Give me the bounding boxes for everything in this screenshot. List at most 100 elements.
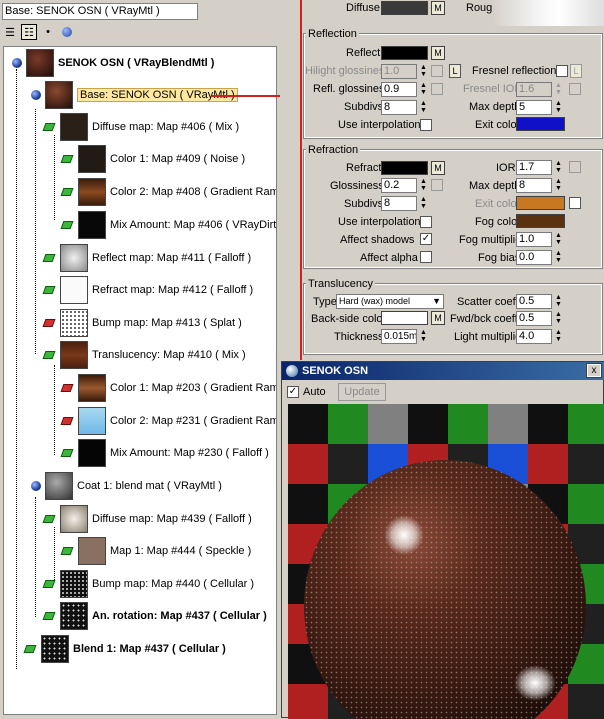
- back-side-color-swatch[interactable]: [381, 311, 428, 325]
- refr-exit-color-checkbox[interactable]: [569, 197, 581, 209]
- fresnel-checkbox[interactable]: [556, 65, 568, 77]
- reflect-swatch[interactable]: [381, 46, 428, 60]
- material-thumbnail: [45, 81, 73, 109]
- hilight-gloss-map-slot[interactable]: [431, 65, 443, 77]
- type-dropdown[interactable]: Hard (wax) model ▼: [336, 294, 444, 309]
- spinner-icon[interactable]: ▲ ▼: [419, 329, 428, 344]
- material-parameters: Diffuse M Roug Reflection Reflect M Hili…: [280, 0, 604, 360]
- refr-max-depth-input[interactable]: 8: [516, 178, 552, 193]
- tree-node-translucency[interactable]: Translucency: Map #410 ( Mix ): [42, 341, 246, 369]
- checker-cell: [288, 404, 328, 444]
- refl-subdivs-input[interactable]: 8: [381, 100, 417, 115]
- auto-label: Auto: [303, 386, 326, 398]
- tree-node-speckle[interactable]: Map 1: Map #444 ( Speckle ): [60, 537, 251, 565]
- spinner-icon[interactable]: ▲ ▼: [419, 64, 428, 79]
- tree-node-coat[interactable]: Coat 1: blend mat ( VRayMtl ): [31, 472, 222, 500]
- ior-input[interactable]: 1.7: [516, 160, 552, 175]
- diffuse-map-button[interactable]: M: [431, 1, 445, 15]
- tree-node-diffuse-map[interactable]: Diffuse map: Map #406 ( Mix ): [42, 113, 240, 141]
- map-icon: [23, 645, 37, 653]
- light-mult-input[interactable]: 4.0: [516, 329, 552, 344]
- back-side-map-button[interactable]: M: [431, 311, 445, 325]
- checker-cell: [528, 404, 568, 444]
- map-icon: [60, 449, 74, 457]
- spinner-icon[interactable]: ▲ ▼: [554, 329, 563, 344]
- refr-gloss-input[interactable]: 0.2: [381, 178, 417, 193]
- hilight-gloss-input[interactable]: 1.0: [381, 64, 417, 79]
- tree-node-label: Translucency: Map #410 ( Mix ): [92, 349, 246, 361]
- lock-button[interactable]: L: [449, 64, 461, 78]
- small-dot-icon[interactable]: •: [40, 24, 56, 40]
- spinner-icon[interactable]: ▲ ▼: [554, 100, 563, 115]
- refr-subdivs-input[interactable]: 8: [381, 196, 417, 211]
- refr-exit-color-swatch[interactable]: [516, 196, 565, 210]
- fresnel-ior-map-slot[interactable]: [569, 83, 581, 95]
- tree-node-color2-b[interactable]: Color 2: Map #231 ( Gradient Ramp ): [60, 407, 276, 435]
- refract-map-button[interactable]: M: [431, 161, 445, 175]
- tree-node-an-rotation[interactable]: An. rotation: Map #437 ( Cellular ): [42, 602, 267, 630]
- material-name-field[interactable]: Base: SENOK OSN ( VRayMtl ): [2, 3, 198, 20]
- spinner-icon[interactable]: ▲ ▼: [554, 160, 563, 175]
- fog-bias-input[interactable]: 0.0: [516, 250, 552, 265]
- spinner-icon[interactable]: ▲ ▼: [554, 250, 563, 265]
- fwd-bck-coeff-label: Fwd/bck coeff: [450, 313, 518, 325]
- update-button[interactable]: Update: [338, 383, 386, 401]
- thickness-input[interactable]: 0.015m: [381, 329, 417, 344]
- tree-node-coat-bump[interactable]: Bump map: Map #440 ( Cellular ): [42, 570, 254, 598]
- refl-gloss-input[interactable]: 0.9: [381, 82, 417, 97]
- tree-node-color2[interactable]: Color 2: Map #408 ( Gradient Ramp ): [60, 178, 277, 206]
- refr-use-interp-checkbox[interactable]: [420, 216, 432, 228]
- refract-swatch[interactable]: [381, 161, 428, 175]
- reflect-map-button[interactable]: M: [431, 46, 445, 60]
- tree-node-color1-b[interactable]: Color 1: Map #203 ( Gradient Ramp ): [60, 374, 276, 402]
- material-navigator: Base: SENOK OSN ( VRayMtl ) ☰ ☷ • SENOK …: [0, 0, 280, 718]
- refl-exit-color-swatch[interactable]: [516, 117, 565, 131]
- spinner-icon[interactable]: ▲ ▼: [554, 311, 563, 326]
- fog-color-label: Fog color: [475, 216, 521, 228]
- spinner-icon[interactable]: ▲ ▼: [419, 178, 428, 193]
- material-sphere-icon: [12, 58, 22, 68]
- spinner-icon[interactable]: ▲ ▼: [419, 82, 428, 97]
- auto-checkbox[interactable]: ✓: [287, 386, 299, 398]
- tree-node-color1[interactable]: Color 1: Map #409 ( Noise ): [60, 145, 245, 173]
- tree-node-bump-map[interactable]: Bump map: Map #413 ( Splat ): [42, 309, 242, 337]
- refl-gloss-map-slot[interactable]: [431, 83, 443, 95]
- spinner-icon[interactable]: ▲ ▼: [419, 100, 428, 115]
- scatter-coeff-input[interactable]: 0.5: [516, 294, 552, 309]
- map-thumbnail: [78, 439, 106, 467]
- tree-node-label: Diffuse map: Map #406 ( Mix ): [92, 121, 240, 133]
- tree-node-blend1[interactable]: Blend 1: Map #437 ( Cellular ): [23, 635, 226, 663]
- affect-alpha-checkbox[interactable]: [420, 251, 432, 263]
- tree-node-reflect-map[interactable]: Reflect map: Map #411 ( Falloff ): [42, 244, 251, 272]
- affect-shadows-checkbox[interactable]: ✓: [420, 233, 432, 245]
- tree-node-root[interactable]: SENOK OSN ( VRayBlendMtl ): [12, 49, 214, 77]
- refl-use-interp-checkbox[interactable]: [420, 119, 432, 131]
- diffuse-swatch[interactable]: [381, 1, 428, 15]
- ior-map-slot[interactable]: [569, 161, 581, 173]
- refract-label: Refract: [346, 162, 382, 174]
- close-button[interactable]: x: [586, 363, 602, 378]
- fog-color-swatch[interactable]: [516, 214, 565, 228]
- tree-view-icon[interactable]: ☷: [21, 24, 37, 40]
- fresnel-ior-input[interactable]: 1.6: [516, 82, 552, 97]
- tree-node-label: Color 2: Map #408 ( Gradient Ramp ): [110, 186, 277, 198]
- spinner-icon[interactable]: ▲ ▼: [554, 178, 563, 193]
- preview-title-bar[interactable]: SENOK OSN: [282, 362, 604, 380]
- spinner-icon[interactable]: ▲ ▼: [419, 196, 428, 211]
- tree-node-coat-diffuse[interactable]: Diffuse map: Map #439 ( Falloff ): [42, 505, 252, 533]
- tree-node-base[interactable]: Base: SENOK OSN ( VRayMtl ): [31, 81, 238, 109]
- tree-node-refract-map[interactable]: Refract map: Map #412 ( Falloff ): [42, 276, 253, 304]
- spinner-icon[interactable]: ▲ ▼: [554, 232, 563, 247]
- fwd-bck-coeff-input[interactable]: 0.5: [516, 311, 552, 326]
- fog-mult-input[interactable]: 1.0: [516, 232, 552, 247]
- refl-max-depth-input[interactable]: 5: [516, 100, 552, 115]
- refr-gloss-map-slot[interactable]: [431, 179, 443, 191]
- list-view-icon[interactable]: ☰: [2, 24, 18, 40]
- tree-node-mix-amount[interactable]: Mix Amount: Map #406 ( VRayDirt ): [60, 211, 276, 239]
- tree-node-mix-amount-b[interactable]: Mix Amount: Map #230 ( Falloff ): [60, 439, 269, 467]
- map-icon: [42, 515, 56, 523]
- sphere-icon[interactable]: [59, 24, 75, 40]
- fresnel-lock-button[interactable]: L: [570, 64, 582, 78]
- spinner-icon[interactable]: ▲ ▼: [554, 294, 563, 309]
- spinner-icon[interactable]: ▲ ▼: [554, 82, 563, 97]
